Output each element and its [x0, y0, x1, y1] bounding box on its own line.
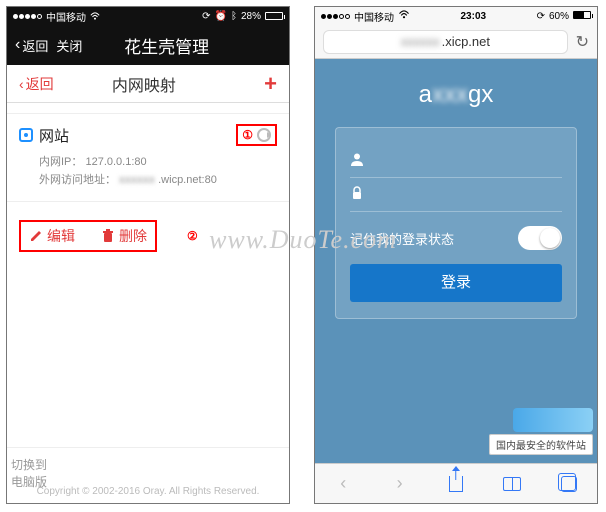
annotation-2: ②: [187, 229, 198, 243]
battery-icon: [573, 11, 591, 22]
refresh-icon[interactable]: [257, 128, 271, 142]
bookmarks-icon[interactable]: [501, 473, 523, 495]
sub-title: 内网映射: [24, 72, 264, 96]
title-masked: xxx: [432, 81, 468, 108]
annotation-box-2: 编辑 删除: [19, 220, 157, 252]
site-watermark: 国内最安全的软件站: [489, 408, 593, 455]
bluetooth-icon: ᛒ: [231, 11, 237, 22]
safari-toolbar: ‹ ›: [315, 463, 597, 503]
title-prefix: a: [419, 81, 432, 108]
url-masked: xxxxxx: [401, 34, 440, 49]
status-bar: 中国移动 23:03 ⟳ 60%: [315, 7, 597, 25]
rotation-lock-icon: ⟳: [537, 11, 545, 22]
title-suffix: gx: [468, 81, 493, 108]
tabs-icon[interactable]: [558, 473, 580, 495]
left-phone-frame: 中国移动 ⟳ ⏰ ᛒ 28% ‹ 返回 关闭 花生壳管理 ‹ 返回 内网映射 +: [6, 6, 290, 504]
chevron-left-icon: ‹: [15, 37, 20, 53]
login-card: 记住我的登录状态 登录: [335, 127, 577, 319]
trash-icon: [101, 229, 115, 243]
reload-icon[interactable]: ↻: [576, 32, 589, 52]
battery-icon: [265, 12, 283, 20]
remember-toggle[interactable]: [518, 226, 562, 250]
status-time: 23:03: [461, 11, 487, 22]
carrier-label: 中国移动: [354, 9, 394, 24]
right-phone-frame: 中国移动 23:03 ⟳ 60% xxxxxx .xicp.net ↻ axxx…: [314, 6, 598, 504]
ip-label: 内网IP：: [39, 156, 82, 168]
lock-icon: [350, 186, 366, 203]
annotation-1: ①: [242, 128, 253, 142]
ext-suffix: .wicp.net:80: [158, 174, 217, 186]
add-button[interactable]: +: [264, 73, 277, 95]
nav-back-icon[interactable]: ‹: [332, 473, 354, 495]
sub-header: ‹ 返回 内网映射 +: [7, 65, 289, 103]
annotation-box-1: ①: [236, 124, 277, 146]
password-field[interactable]: [350, 178, 562, 212]
switch-desktop-link[interactable]: 切换到电脑版: [7, 456, 51, 480]
safari-address-bar: xxxxxx .xicp.net ↻: [315, 25, 597, 59]
pencil-icon: [29, 229, 43, 243]
delete-button[interactable]: 删除: [101, 226, 147, 246]
status-bar: 中国移动 ⟳ ⏰ ᛒ 28%: [7, 7, 289, 25]
edit-label: 编辑: [47, 226, 75, 246]
battery-percent: 60%: [549, 11, 569, 22]
page-title: 花生壳管理: [52, 33, 281, 58]
wifi-icon: [398, 10, 410, 22]
user-icon: [350, 152, 366, 169]
url-suffix: .xicp.net: [442, 34, 490, 49]
battery-percent: 28%: [241, 11, 261, 22]
nav-forward-icon[interactable]: ›: [389, 473, 411, 495]
login-title: axxxgx: [315, 81, 597, 109]
share-icon[interactable]: [445, 473, 467, 495]
left-footer: 切换到电脑版 Copyright © 2002-2016 Oray. All R…: [7, 447, 289, 503]
edit-button[interactable]: 编辑: [29, 226, 75, 246]
wechat-header: ‹ 返回 关闭 花生壳管理: [7, 25, 289, 65]
ext-masked: xxxxxx: [119, 174, 155, 186]
alarm-icon: ⏰: [215, 11, 227, 22]
remember-label: 记住我的登录状态: [350, 229, 454, 248]
mapping-entry: 网站 ① 内网IP： 127.0.0.1:80 外网访问地址： xxxxxx .…: [7, 113, 289, 202]
signal-icon: [13, 14, 42, 19]
decor-caption: 国内最安全的软件站: [489, 434, 593, 455]
username-field[interactable]: [350, 144, 562, 178]
signal-icon: [321, 14, 350, 19]
rotation-lock-icon: ⟳: [202, 11, 210, 22]
delete-label: 删除: [119, 226, 147, 246]
login-page: axxxgx 记住我的登录状态 登录: [315, 59, 597, 463]
carrier-label: 中国移动: [46, 9, 86, 24]
wifi-icon: [90, 12, 100, 20]
copyright-text: Copyright © 2002-2016 Oray. All Rights R…: [7, 486, 289, 497]
ip-value: 127.0.0.1:80: [85, 156, 146, 168]
login-button[interactable]: 登录: [350, 264, 562, 302]
nav-back-label: 返回: [22, 36, 48, 55]
site-icon: [19, 128, 33, 142]
decor-logo: [513, 408, 593, 432]
entry-title: 网站: [39, 125, 69, 146]
url-field[interactable]: xxxxxx .xicp.net: [323, 30, 568, 54]
action-row: 编辑 删除 ②: [7, 210, 289, 262]
ext-label: 外网访问地址：: [39, 174, 116, 186]
